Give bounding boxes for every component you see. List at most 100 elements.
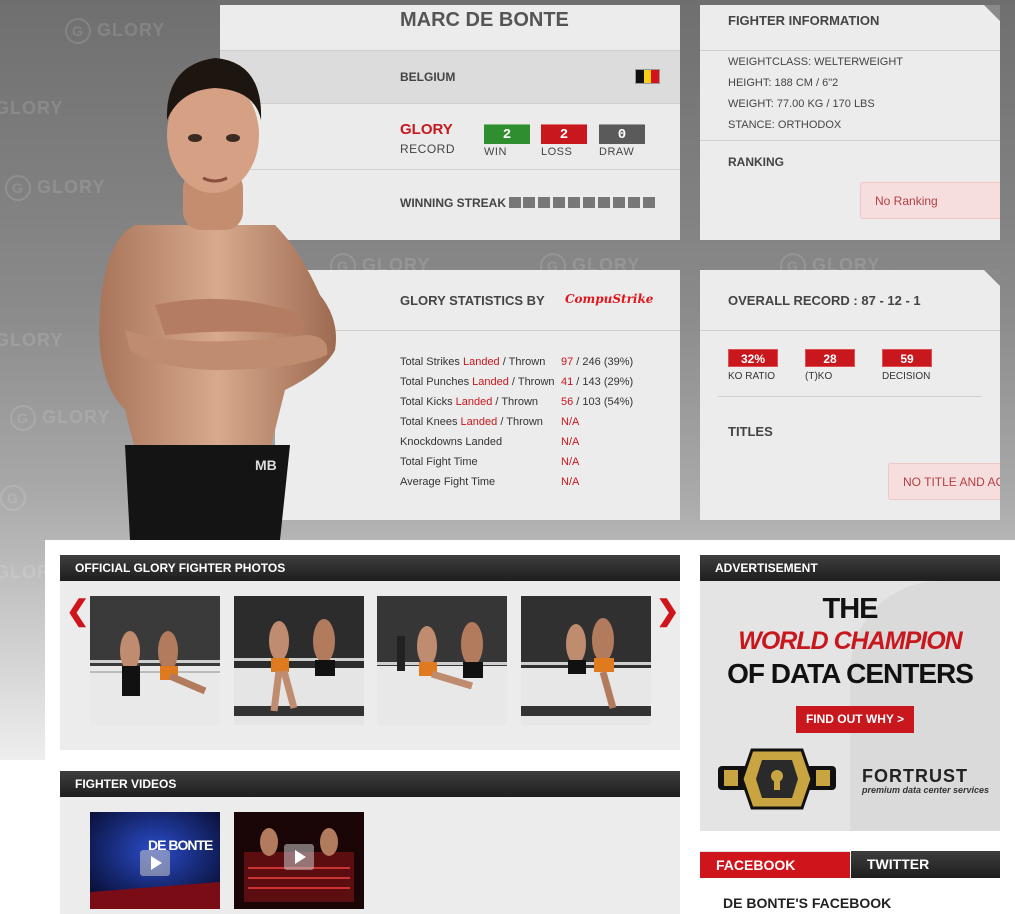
video-title-text: DE BONTE [148,837,213,853]
decision-value: 59 [882,349,932,367]
fighter-name: MARC DE BONTE [400,9,569,31]
statistic-label: Average Fight Time [400,476,496,488]
statistic-row: Average Fight Time N/A [400,476,579,488]
fighter-video-thumbnail[interactable]: DE BONTE [90,812,220,909]
photos-next-arrow-icon[interactable]: ❯ [656,594,679,627]
fighter-profile-page: G GLORY GLORY G GLORY GLORY G GLORY G GLORY… [0,0,1015,914]
fighter-portrait: MB [99,58,337,540]
statistic-value: 97 / 246 (39%) [561,356,633,368]
statistic-landed-value: 97 [561,356,574,368]
statistic-row: Total Knees Landed / Thrown N/A [400,416,579,428]
advertisement-header: ADVERTISEMENT [700,555,1000,581]
watermark: GGLORY [5,175,105,201]
record-brand: GLORY [400,121,453,138]
statistic-thrown-value: / 246 (39%) [573,356,634,368]
fighter-information-title: FIGHTER INFORMATION [728,13,880,28]
fighter-photo-thumbnail[interactable] [234,596,364,725]
fighter-country: BELGIUM [400,70,456,84]
statistic-thrown-value: / 143 (29%) [573,376,634,388]
watermark: GLORY [0,98,64,118]
statistic-landed-word: Landed [460,416,498,428]
ad-line-2: WORLD CHAMPION [738,627,962,655]
fighter-photo-thumbnail[interactable] [90,596,220,725]
ranking-box: No Ranking [860,182,1000,219]
statistic-row: Total Punches Landed / Thrown 41 / 143 (2… [400,376,633,388]
fighter-photo-thumbnail[interactable] [521,596,651,725]
belgium-flag-icon [635,69,660,84]
videos-section-header: FIGHTER VIDEOS [60,771,680,797]
ranking-title: RANKING [728,155,784,169]
fighter-video-thumbnail[interactable] [234,812,364,909]
statistic-row: Total Strikes Landed / Thrown 97 / 246 (3… [400,356,633,368]
weightclass-text: WEIGHTCLASS: WELTERWEIGHT [728,56,903,68]
draw-count: 0 [599,124,645,144]
watermark: GGLORY [65,18,165,44]
watermark: GLORY [0,330,64,350]
ad-line-3: OF DATA CENTERS [727,658,974,689]
height-text: HEIGHT: 188 CM / 6"2 [728,77,839,89]
statistic-thrown-word: / Thrown [492,396,539,408]
statistic-landed-value: N/A [561,416,580,428]
statistic-thrown-word: / Thrown [499,356,546,368]
statistic-thrown-word: / Thrown [497,416,543,428]
tab-facebook[interactable]: FACEBOOK [700,851,850,878]
statistic-landed-value: N/A [561,476,580,488]
statistic-label: Knockdowns Landed [400,436,503,448]
statistic-thrown-word: / Thrown [508,376,555,388]
ad-line-1: THE [822,593,879,625]
statistic-label: Total Punches [400,376,473,388]
overall-record-title: OVERALL RECORD : 87 - 12 - 1 [728,293,921,308]
statistic-landed-value: 56 [561,396,574,408]
weight-text: WEIGHT: 77.00 KG / 170 LBS [728,98,875,110]
statistic-row: Total Kicks Landed / Thrown 56 / 103 (54%… [400,396,633,408]
photos-section-header: OFFICIAL GLORY FIGHTER PHOTOS [60,555,680,581]
statistic-landed-value: 41 [561,376,574,388]
photos-prev-arrow-icon[interactable]: ❮ [66,594,89,627]
loss-label: LOSS [541,146,573,158]
statistic-landed-word: Landed [472,376,509,388]
record-label: RECORD [400,142,456,156]
ko-ratio-label: KO RATIO [728,371,776,382]
draw-label: DRAW [599,146,635,158]
titles-heading: TITLES [728,424,773,439]
statistics-title: GLORY STATISTICS BY [400,293,545,308]
svg-text:MB: MB [255,457,277,473]
statistic-landed-word: Landed [462,356,500,368]
watermark: G [0,485,32,511]
statistic-value: N/A [561,456,579,468]
statistic-landed-word: Landed [455,396,493,408]
statistic-row: Knockdowns Landed N/A [400,436,579,448]
statistic-value: 41 / 143 (29%) [561,376,633,388]
fortrust-tagline: premium data center services [862,785,990,795]
facebook-feed-title: DE BONTE'S FACEBOOK [723,895,892,911]
ranking-value: No Ranking [875,194,938,208]
compustrike-logo: CompuStrike [565,292,654,306]
statistic-landed-value: N/A [561,436,580,448]
statistic-label: Total Strikes [400,356,463,368]
statistic-landed-value: N/A [561,456,580,468]
ko-ratio-value: 32% [728,349,778,367]
fortrust-logo: FORTRUST [862,766,968,786]
statistic-label: Total Fight Time [400,456,478,468]
statistic-label: Total Knees [400,416,461,428]
statistic-label: Total Kicks [400,396,456,408]
advertisement-banner[interactable]: THE WORLD CHAMPION OF DATA CENTERS FIND … [700,581,1000,831]
tko-value: 28 [805,349,855,367]
championship-belt-icon [718,748,836,810]
statistic-value: 56 / 103 (54%) [561,396,633,408]
statistic-row: Total Fight Time N/A [400,456,579,468]
stance-text: STANCE: ORTHODOX [728,119,842,131]
win-count: 2 [484,124,530,144]
loss-count: 2 [541,124,587,144]
statistic-value: N/A [561,416,579,428]
statistic-thrown-value: / 103 (54%) [573,396,634,408]
tab-twitter[interactable]: TWITTER [851,851,1000,878]
ad-cta-button[interactable]: FIND OUT WHY > [796,706,914,733]
decision-label: DECISION [882,371,931,382]
win-label: WIN [484,146,507,158]
statistic-value: N/A [561,476,579,488]
titles-box: NO TITLE AND ACHIEVEMENTS [888,463,1000,500]
tko-label: (T)KO [805,371,833,382]
fighter-photo-thumbnail[interactable] [377,596,507,725]
statistic-value: N/A [561,436,579,448]
